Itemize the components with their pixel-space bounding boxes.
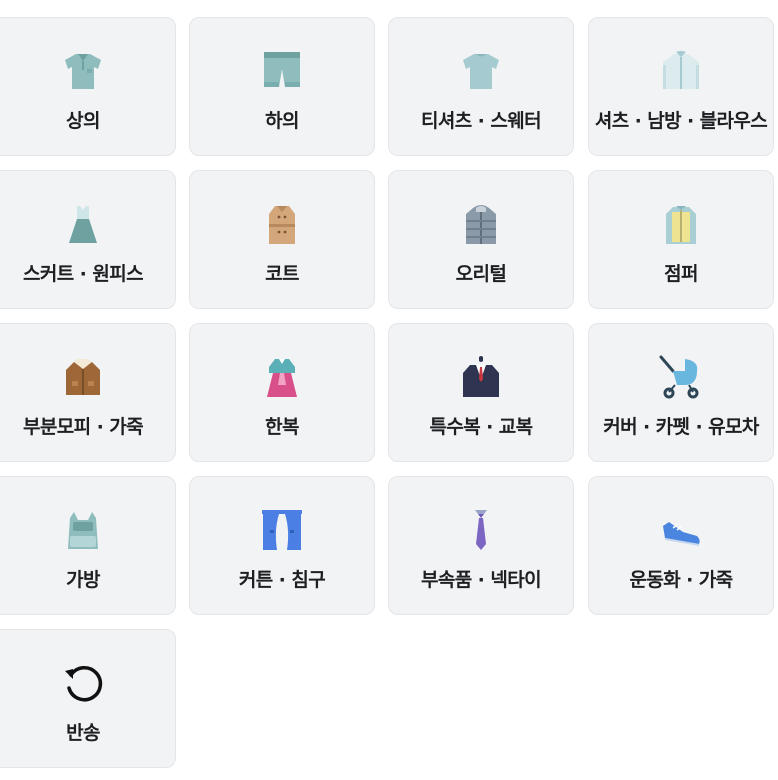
category-tile-uniform[interactable]: 특수복 · 교복 (388, 323, 574, 462)
backpack-icon (61, 508, 105, 552)
category-label: 특수복 · 교복 (429, 416, 533, 438)
category-label: 오리털 (455, 263, 507, 285)
category-tile-shirts[interactable]: 셔츠 · 남방 · 블라우스 (588, 17, 774, 156)
category-label: 코트 (265, 263, 299, 285)
category-label: 반송 (66, 722, 100, 744)
category-tile-bag[interactable]: 가방 (0, 476, 176, 615)
category-label: 한복 (265, 416, 299, 438)
category-label: 상의 (66, 110, 100, 132)
category-tile-return[interactable]: 반송 (0, 629, 176, 768)
category-tile-down[interactable]: 오리털 (388, 170, 574, 309)
jacket-shirt-icon (659, 49, 703, 93)
necktie-icon (459, 508, 503, 552)
suit-uniform-icon (459, 355, 503, 399)
category-label: 부속품 · 넥타이 (421, 569, 542, 591)
category-tile-sneakers[interactable]: 운동화 · 가죽 (588, 476, 774, 615)
fur-jacket-icon (61, 355, 105, 399)
category-tile-skirts[interactable]: 스커트 · 원피스 (0, 170, 176, 309)
category-label: 커버 · 카펫 · 유모차 (603, 416, 759, 438)
polo-shirt-icon (61, 49, 105, 93)
category-label: 점퍼 (664, 263, 698, 285)
category-label: 하의 (265, 110, 299, 132)
category-label: 가방 (66, 569, 100, 591)
category-tile-curtain[interactable]: 커튼 · 침구 (189, 476, 375, 615)
category-grid: 상의 하의 티셔츠 · 스웨터 셔츠 · 남방 · 블라우스 스커트 · 원피스… (0, 0, 778, 780)
category-tile-coat[interactable]: 코트 (189, 170, 375, 309)
category-tile-jumper[interactable]: 점퍼 (588, 170, 774, 309)
vest-jumper-icon (659, 202, 703, 246)
return-arrow-icon (61, 661, 105, 705)
category-label: 티셔츠 · 스웨터 (421, 110, 542, 132)
stroller-icon (659, 355, 703, 399)
category-tile-tops[interactable]: 상의 (0, 17, 176, 156)
category-tile-hanbok[interactable]: 한복 (189, 323, 375, 462)
shorts-icon (260, 49, 304, 93)
t-shirt-icon (459, 49, 503, 93)
curtain-icon (260, 508, 304, 552)
category-label: 커튼 · 침구 (238, 569, 326, 591)
sneaker-icon (659, 508, 703, 552)
category-label: 셔츠 · 남방 · 블라우스 (594, 110, 768, 132)
category-tile-accessories[interactable]: 부속품 · 넥타이 (388, 476, 574, 615)
dress-icon (61, 202, 105, 246)
hanbok-icon (260, 355, 304, 399)
category-tile-fur[interactable]: 부분모피 · 가죽 (0, 323, 176, 462)
category-tile-cover[interactable]: 커버 · 카펫 · 유모차 (588, 323, 774, 462)
trench-coat-icon (260, 202, 304, 246)
category-tile-tshirts[interactable]: 티셔츠 · 스웨터 (388, 17, 574, 156)
padded-jacket-icon (459, 202, 503, 246)
category-tile-bottoms[interactable]: 하의 (189, 17, 375, 156)
category-label: 부분모피 · 가죽 (23, 416, 144, 438)
category-label: 운동화 · 가죽 (629, 569, 733, 591)
category-label: 스커트 · 원피스 (23, 263, 144, 285)
